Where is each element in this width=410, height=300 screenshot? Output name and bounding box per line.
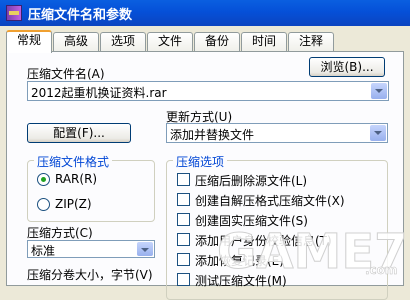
authenticity-checkbox[interactable]: [177, 233, 190, 246]
format-zip-label[interactable]: ZIP(Z): [55, 197, 92, 211]
winrar-app-icon: [6, 5, 22, 21]
test-archive-label[interactable]: 测试压缩文件(M): [195, 272, 287, 289]
compression-method-value: 标准: [31, 244, 56, 258]
recovery-record-checkbox[interactable]: [177, 253, 190, 266]
window-title: 压缩文件名和参数: [28, 8, 133, 23]
sfx-label[interactable]: 创建自解压格式压缩文件(X): [195, 192, 345, 209]
tab-backup[interactable]: 备份: [194, 32, 240, 51]
delete-after-label[interactable]: 压缩后删除源文件(L): [195, 172, 307, 189]
chevron-down-icon[interactable]: [371, 83, 387, 99]
update-mode-combobox[interactable]: 添加并替换文件: [166, 123, 388, 143]
delete-after-checkbox[interactable]: [177, 173, 190, 186]
title-bar: 压缩文件名和参数: [0, 0, 410, 26]
archive-format-group: 压缩文件格式 RAR(R) ZIP(Z): [27, 153, 155, 222]
chevron-down-icon[interactable]: [137, 242, 153, 256]
tab-files[interactable]: 文件: [147, 32, 193, 51]
archive-options-title: 压缩选项: [173, 153, 228, 170]
update-mode-value: 添加并替换文件: [170, 128, 255, 142]
test-archive-checkbox[interactable]: [177, 273, 190, 286]
archive-name-value: 2012起重机换证资料.rar: [31, 86, 167, 100]
chevron-down-icon[interactable]: [370, 125, 386, 141]
recovery-record-label[interactable]: 添加恢复记录(E): [195, 252, 284, 269]
archive-format-title: 压缩文件格式: [34, 153, 113, 170]
split-volume-label: 压缩分卷大小，字节(V): [27, 268, 153, 282]
compression-method-combobox[interactable]: 标准: [27, 240, 155, 258]
compression-method-label: 压缩方式(C): [27, 226, 93, 240]
tab-time[interactable]: 时间: [241, 32, 287, 51]
archive-name-label: 压缩文件名(A): [27, 67, 105, 81]
general-tab-panel: 压缩文件名(A) 浏览(B)... 2012起重机换证资料.rar 更新方式(U…: [6, 51, 404, 300]
solid-checkbox[interactable]: [177, 213, 190, 226]
tab-options[interactable]: 选项: [100, 32, 146, 51]
archive-name-combobox[interactable]: 2012起重机换证资料.rar: [27, 81, 389, 101]
format-rar-label[interactable]: RAR(R): [55, 172, 97, 186]
authenticity-label[interactable]: 添加用户身份校验信息(T): [195, 232, 332, 249]
sfx-checkbox[interactable]: [177, 193, 190, 206]
solid-label[interactable]: 创建固实压缩文件(S): [195, 212, 308, 229]
archive-options-group: 压缩选项 压缩后删除源文件(L) 创建自解压格式压缩文件(X) 创建固实压缩文件…: [166, 153, 388, 300]
browse-button[interactable]: 浏览(B)...: [309, 57, 385, 77]
format-rar-radio[interactable]: [37, 173, 50, 186]
tab-advanced[interactable]: 高级: [53, 32, 99, 51]
tab-comment[interactable]: 注释: [288, 32, 334, 51]
profiles-button[interactable]: 配置(F)...: [27, 123, 131, 143]
format-zip-radio[interactable]: [37, 198, 50, 211]
tab-general[interactable]: 常规: [6, 30, 52, 53]
